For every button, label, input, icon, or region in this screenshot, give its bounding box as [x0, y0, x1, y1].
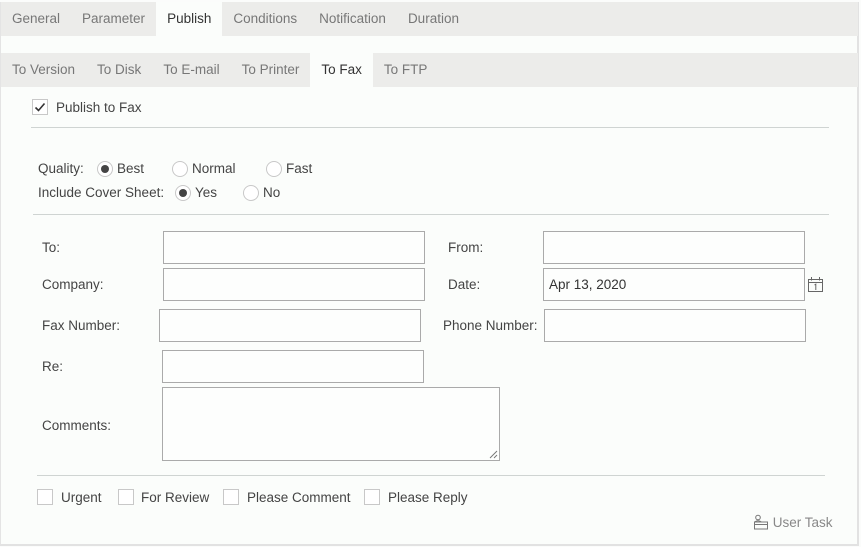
subtab-to-printer[interactable]: To Printer — [231, 53, 311, 87]
cover-sheet-yes-radio[interactable] — [175, 185, 191, 201]
calendar-icon[interactable] — [807, 276, 824, 293]
please-comment-label: Please Comment — [247, 490, 351, 505]
schedule-dialog: General Parameter Publish Conditions Not… — [0, 2, 859, 546]
date-input[interactable]: Apr 13, 2020 — [543, 268, 805, 301]
to-input[interactable] — [163, 231, 425, 264]
subtab-to-email[interactable]: To E-mail — [152, 53, 230, 87]
date-label: Date: — [448, 277, 481, 292]
tab-notification[interactable]: Notification — [308, 2, 397, 36]
tab-duration[interactable]: Duration — [397, 2, 470, 36]
publish-subtabbar: To Version To Disk To E-mail To Printer … — [1, 53, 858, 87]
checkmark-icon — [34, 102, 46, 112]
company-input[interactable] — [163, 268, 425, 301]
quality-fast-label: Fast — [286, 161, 313, 176]
quality-fast-radio[interactable] — [266, 161, 282, 177]
divider — [33, 214, 829, 215]
quality-best-radio[interactable] — [97, 161, 113, 177]
cover-sheet-yes-label: Yes — [195, 185, 218, 200]
please-reply-checkbox[interactable] — [364, 489, 380, 505]
user-task-label: User Task — [772, 515, 833, 530]
tab-parameter[interactable]: Parameter — [71, 2, 156, 36]
quality-best-label: Best — [117, 161, 145, 176]
fax-number-label: Fax Number: — [42, 318, 121, 333]
resize-grip-icon[interactable] — [489, 450, 498, 459]
comments-label: Comments: — [42, 418, 112, 433]
for-review-checkbox[interactable] — [118, 489, 134, 505]
subtab-to-ftp[interactable]: To FTP — [373, 53, 439, 87]
company-label: Company: — [42, 277, 104, 292]
divider — [31, 127, 829, 128]
cover-sheet-no-label: No — [263, 185, 281, 200]
publish-to-fax-checkbox[interactable] — [32, 99, 48, 115]
divider — [37, 475, 825, 476]
user-task-icon — [754, 514, 768, 530]
quality-normal-radio[interactable] — [172, 161, 188, 177]
urgent-label: Urgent — [61, 490, 102, 505]
subtab-to-fax[interactable]: To Fax — [310, 53, 373, 87]
please-comment-checkbox[interactable] — [223, 489, 239, 505]
quality-normal-label: Normal — [192, 161, 236, 176]
quality-label: Quality: — [38, 161, 84, 176]
phone-number-label: Phone Number: — [443, 318, 538, 333]
from-input[interactable] — [543, 231, 805, 264]
subtab-to-version[interactable]: To Version — [1, 53, 86, 87]
phone-number-input[interactable] — [544, 309, 806, 342]
for-review-label: For Review — [141, 490, 210, 505]
tab-general[interactable]: General — [1, 2, 71, 36]
comments-textarea[interactable] — [162, 387, 500, 461]
user-task-button[interactable]: User Task — [753, 514, 833, 530]
subtab-to-disk[interactable]: To Disk — [86, 53, 152, 87]
to-label: To: — [42, 240, 61, 255]
publish-to-fax-label: Publish to Fax — [56, 100, 142, 115]
re-label: Re: — [42, 359, 64, 374]
please-reply-label: Please Reply — [388, 490, 468, 505]
cover-sheet-no-radio[interactable] — [243, 185, 259, 201]
from-label: From: — [448, 240, 484, 255]
cover-sheet-label: Include Cover Sheet: — [38, 185, 165, 200]
tab-conditions[interactable]: Conditions — [222, 2, 308, 36]
fax-number-input[interactable] — [159, 309, 421, 342]
tab-publish[interactable]: Publish — [156, 2, 223, 36]
urgent-checkbox[interactable] — [37, 489, 53, 505]
main-tabbar: General Parameter Publish Conditions Not… — [1, 2, 858, 36]
re-input[interactable] — [162, 350, 424, 383]
